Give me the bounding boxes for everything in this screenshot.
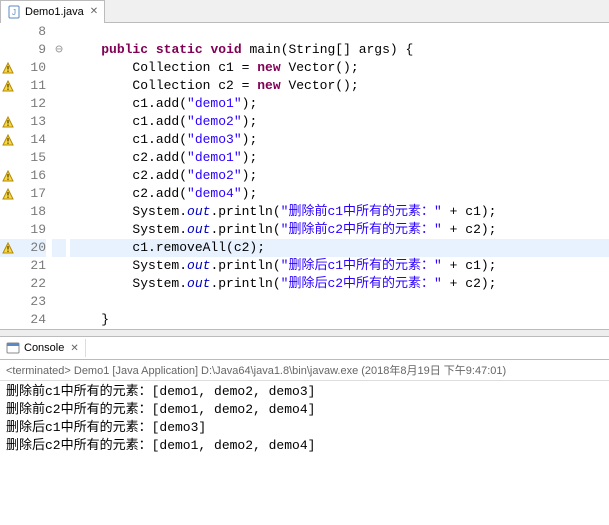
code-line[interactable]: c2.add("demo2"); (70, 167, 609, 185)
line-number: 9 (16, 41, 46, 59)
fold-cell (52, 95, 66, 113)
code-line[interactable]: System.out.println("删除前c2中所有的元素：" + c2); (70, 221, 609, 239)
code-line[interactable]: c1.add("demo2"); (70, 113, 609, 131)
console-icon (6, 341, 20, 355)
line-number: 13 (16, 113, 46, 131)
editor-tab[interactable]: J Demo1.java ✕ (0, 0, 105, 23)
fold-cell (52, 131, 66, 149)
console-line: 删除前c2中所有的元素：[demo1, demo2, demo4] (6, 401, 603, 419)
fold-cell (52, 77, 66, 95)
console-status: <terminated> Demo1 [Java Application] D:… (0, 360, 609, 381)
fold-cell (52, 221, 66, 239)
console-tab-bar: Console ✕ (0, 337, 609, 360)
console-output[interactable]: 删除前c1中所有的元素：[demo1, demo2, demo3]删除前c2中所… (0, 381, 609, 457)
line-number: 11 (16, 77, 46, 95)
code-line[interactable]: c2.add("demo1"); (70, 149, 609, 167)
fold-gutter: ⊖ (52, 23, 66, 329)
code-line[interactable]: Collection c1 = new Vector(); (70, 59, 609, 77)
marker-cell (0, 131, 16, 149)
marker-cell (0, 203, 16, 221)
line-number: 8 (16, 23, 46, 41)
line-number: 22 (16, 275, 46, 293)
console-tab[interactable]: Console ✕ (0, 339, 86, 357)
code-editor[interactable]: 89101112131415161718192021222324 ⊖ publi… (0, 23, 609, 329)
fold-cell[interactable]: ⊖ (52, 41, 66, 59)
line-number: 14 (16, 131, 46, 149)
line-number: 19 (16, 221, 46, 239)
editor-tab-label: Demo1.java (25, 6, 84, 18)
line-number: 15 (16, 149, 46, 167)
line-number: 24 (16, 311, 46, 329)
marker-cell (0, 77, 16, 95)
marker-cell (0, 293, 16, 311)
line-number-gutter: 89101112131415161718192021222324 (16, 23, 52, 329)
console-line: 删除后c2中所有的元素：[demo1, demo2, demo4] (6, 437, 603, 455)
line-number: 18 (16, 203, 46, 221)
java-file-icon: J (7, 5, 21, 19)
marker-cell (0, 23, 16, 41)
line-number: 16 (16, 167, 46, 185)
code-line[interactable]: } (70, 311, 609, 329)
marker-cell (0, 275, 16, 293)
close-icon[interactable]: ✕ (90, 6, 98, 17)
code-line[interactable] (70, 23, 609, 41)
fold-cell (52, 113, 66, 131)
fold-cell (52, 185, 66, 203)
editor-tab-bar: J Demo1.java ✕ (0, 0, 609, 23)
svg-text:J: J (12, 8, 16, 17)
close-icon[interactable]: ✕ (70, 343, 78, 354)
marker-cell (0, 41, 16, 59)
line-number: 20 (16, 239, 46, 257)
line-number: 23 (16, 293, 46, 311)
console-line: 删除前c1中所有的元素：[demo1, demo2, demo3] (6, 383, 603, 401)
code-line[interactable]: c1.removeAll(c2); (70, 239, 609, 257)
sash[interactable] (0, 329, 609, 337)
fold-cell (52, 23, 66, 41)
marker-cell (0, 239, 16, 257)
code-line[interactable]: c1.add("demo3"); (70, 131, 609, 149)
marker-cell (0, 95, 16, 113)
line-number: 10 (16, 59, 46, 77)
code-line[interactable]: System.out.println("删除后c1中所有的元素：" + c1); (70, 257, 609, 275)
marker-cell (0, 221, 16, 239)
code-line[interactable]: System.out.println("删除前c1中所有的元素：" + c1); (70, 203, 609, 221)
fold-cell (52, 257, 66, 275)
fold-cell (52, 59, 66, 77)
code-area[interactable]: public static void main(String[] args) {… (66, 23, 609, 329)
marker-gutter (0, 23, 16, 329)
code-line[interactable]: System.out.println("删除后c2中所有的元素：" + c2); (70, 275, 609, 293)
fold-cell (52, 275, 66, 293)
fold-cell (52, 239, 66, 257)
fold-cell (52, 203, 66, 221)
marker-cell (0, 185, 16, 203)
line-number: 12 (16, 95, 46, 113)
code-line[interactable]: c1.add("demo1"); (70, 95, 609, 113)
fold-cell (52, 167, 66, 185)
code-line[interactable] (70, 293, 609, 311)
marker-cell (0, 257, 16, 275)
line-number: 21 (16, 257, 46, 275)
marker-cell (0, 59, 16, 77)
fold-cell (52, 293, 66, 311)
fold-cell (52, 149, 66, 167)
marker-cell (0, 113, 16, 131)
line-number: 17 (16, 185, 46, 203)
marker-cell (0, 311, 16, 329)
fold-cell (52, 311, 66, 329)
code-line[interactable]: public static void main(String[] args) { (70, 41, 609, 59)
marker-cell (0, 149, 16, 167)
marker-cell (0, 167, 16, 185)
console-tab-label: Console (24, 342, 64, 354)
console-line: 删除后c1中所有的元素：[demo3] (6, 419, 603, 437)
code-line[interactable]: c2.add("demo4"); (70, 185, 609, 203)
code-line[interactable]: Collection c2 = new Vector(); (70, 77, 609, 95)
